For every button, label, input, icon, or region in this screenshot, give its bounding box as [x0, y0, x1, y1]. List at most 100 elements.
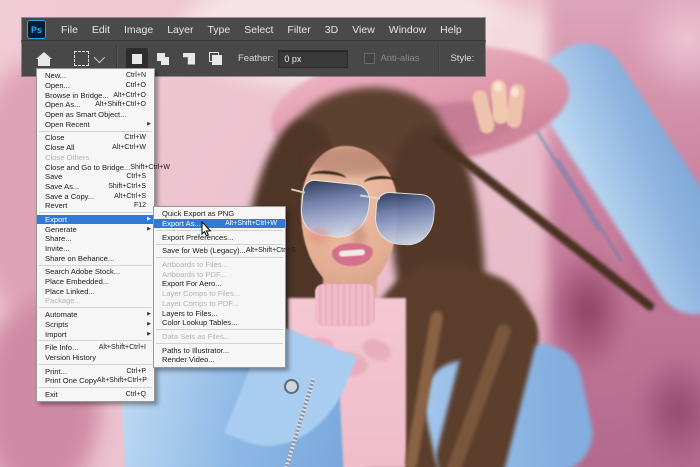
menubar-item-file[interactable]: File	[54, 19, 85, 41]
menu-item-print-one-copy[interactable]: Print One CopyAlt+Shift+Ctrl+P	[37, 376, 154, 386]
rectangular-marquee-icon[interactable]	[74, 51, 89, 66]
menubar-item-view[interactable]: View	[345, 19, 382, 41]
menu-item-open-as[interactable]: Open As...Alt+Shift+Ctrl+O	[37, 100, 154, 110]
menu-item-label: Save As...	[45, 182, 79, 191]
menu-item-share[interactable]: Share...	[37, 234, 154, 244]
menu-item-close[interactable]: CloseCtrl+W	[37, 133, 154, 143]
menu-item-label: Open as Smart Object...	[45, 110, 126, 119]
menu-separator	[39, 265, 152, 266]
menu-item-shortcut: Alt+Ctrl+O	[113, 92, 151, 99]
add-to-selection-button[interactable]	[152, 48, 174, 70]
menu-item-export-as[interactable]: Export As...Alt+Shift+Ctrl+W	[154, 219, 285, 229]
menu-item-label: Automate	[45, 310, 78, 319]
anti-alias-checkbox[interactable]	[364, 53, 375, 64]
mouse-cursor	[201, 221, 213, 238]
subtract-from-selection-button[interactable]	[178, 48, 200, 70]
menu-item-save-for-web-legacy[interactable]: Save for Web (Legacy)...Alt+Shift+Ctrl+S	[154, 246, 285, 256]
chevron-down-icon[interactable]	[94, 51, 105, 62]
menu-item-invite[interactable]: Invite...	[37, 244, 154, 254]
new-selection-button[interactable]	[126, 48, 148, 70]
menu-item-label: Save	[45, 172, 62, 181]
menu-separator	[156, 329, 283, 330]
menubar-item-edit[interactable]: Edit	[85, 19, 117, 41]
menu-item-share-on-behance[interactable]: Share on Behance...	[37, 253, 154, 263]
menu-item-label: Version History	[45, 353, 96, 362]
menu-item-render-video[interactable]: Render Video...	[154, 355, 285, 365]
menu-item-save[interactable]: Save Ctrl+S	[37, 172, 154, 182]
menu-item-label: Save a Copy...	[45, 192, 94, 201]
menubar-item-window[interactable]: Window	[382, 19, 433, 41]
submenu-arrow-icon: ▶	[147, 122, 151, 127]
menu-separator	[156, 257, 283, 258]
menu-item-label: Layers to Files...	[162, 309, 218, 318]
menu-item-label: Paths to Illustrator...	[162, 346, 229, 355]
feather-label: Feather:	[238, 53, 273, 64]
photoshop-logo[interactable]: Ps	[27, 20, 46, 39]
menu-item-paths-to-illustrator[interactable]: Paths to Illustrator...	[154, 345, 285, 355]
jacket-snap-button	[284, 379, 299, 394]
menu-item-label: Quick Export as PNG	[162, 209, 234, 218]
menu-item-new[interactable]: New...Ctrl+N	[37, 71, 154, 81]
menu-separator	[156, 244, 283, 245]
menubar-item-type[interactable]: Type	[200, 19, 237, 41]
submenu-arrow-icon: ▶	[147, 332, 151, 337]
menu-item-layers-to-files[interactable]: Layers to Files...	[154, 308, 285, 318]
menu-item-automate[interactable]: Automate▶	[37, 310, 154, 320]
menu-item-place-embedded[interactable]: Place Embedded...	[37, 277, 154, 287]
menu-item-browse-in-bridge[interactable]: Browse in Bridge... Alt+Ctrl+O	[37, 90, 154, 100]
menu-item-data-sets-as-files: Data Sets as Files...	[154, 332, 285, 342]
menu-item-version-history[interactable]: Version History	[37, 353, 154, 363]
menu-item-color-lookup-tables[interactable]: Color Lookup Tables...	[154, 318, 285, 328]
menu-separator	[39, 307, 152, 308]
menu-item-close-and-go-to-bridge[interactable]: Close and Go to Bridge...Shift+Ctrl+W	[37, 162, 154, 172]
menu-item-print[interactable]: Print...Ctrl+P	[37, 366, 154, 376]
menu-item-open[interactable]: Open...Ctrl+O	[37, 81, 154, 91]
menu-item-export[interactable]: Export▶	[37, 215, 154, 225]
home-icon[interactable]	[36, 52, 52, 66]
menu-item-shortcut: Ctrl+Q	[126, 391, 151, 398]
menu-item-shortcut: Ctrl+W	[124, 134, 151, 141]
menu-separator	[39, 131, 152, 132]
menubar-item-image[interactable]: Image	[117, 19, 160, 41]
menu-item-file-info[interactable]: File Info...Alt+Shift+Ctrl+I	[37, 343, 154, 353]
menu-item-label: Import	[45, 330, 67, 339]
menu-item-close-all[interactable]: Close AllAlt+Ctrl+W	[37, 143, 154, 153]
menu-item-label: Artboards to PDF...	[162, 270, 226, 279]
menu-item-label: Generate	[45, 225, 77, 234]
menu-item-label: Browse in Bridge...	[45, 91, 109, 100]
menu-item-label: Revert	[45, 201, 67, 210]
menu-item-label: Open As...	[45, 100, 80, 109]
menu-item-exit[interactable]: ExitCtrl+Q	[37, 390, 154, 400]
menu-item-search-adobe-stock[interactable]: Search Adobe Stock...	[37, 267, 154, 277]
menu-item-label: Place Linked...	[45, 287, 95, 296]
menu-item-scripts[interactable]: Scripts▶	[37, 320, 154, 330]
menu-item-place-linked[interactable]: Place Linked...	[37, 286, 154, 296]
file-menu-dropdown: New...Ctrl+NOpen...Ctrl+OBrowse in Bridg…	[36, 68, 155, 402]
menu-separator	[39, 364, 152, 365]
export-submenu: Quick Export as PNGExport As...Alt+Shift…	[153, 206, 286, 368]
menubar-item-layer[interactable]: Layer	[160, 19, 200, 41]
menubar-item-help[interactable]: Help	[433, 19, 469, 41]
menu-item-quick-export-as-png[interactable]: Quick Export as PNG	[154, 209, 285, 219]
menubar-item-select[interactable]: Select	[237, 19, 280, 41]
intersect-selection-button[interactable]	[204, 48, 226, 70]
menu-item-revert[interactable]: RevertF12	[37, 201, 154, 211]
menu-item-package: Package...	[37, 296, 154, 306]
menu-item-export-preferences[interactable]: Export Preferences...	[154, 232, 285, 242]
menu-item-shortcut: Ctrl+S	[126, 173, 151, 180]
menu-item-label: Save for Web (Legacy)...	[162, 246, 246, 255]
menu-item-label: Export Preferences...	[162, 233, 233, 242]
menu-item-save-as[interactable]: Save As...Shift+Ctrl+S	[37, 182, 154, 192]
feather-input[interactable]	[278, 50, 348, 68]
menu-item-open-as-smart-object[interactable]: Open as Smart Object...	[37, 110, 154, 120]
menu-item-import[interactable]: Import ▶	[37, 329, 154, 339]
menu-item-generate[interactable]: Generate▶	[37, 224, 154, 234]
menu-item-label: Export As...	[162, 219, 201, 228]
menu-item-open-recent[interactable]: Open Recent ▶	[37, 119, 154, 129]
menu-item-save-a-copy[interactable]: Save a Copy...Alt+Ctrl+S	[37, 191, 154, 201]
menu-item-export-for-aero[interactable]: Export For Aero...	[154, 279, 285, 289]
menu-item-label: New...	[45, 71, 66, 80]
menubar-item-filter[interactable]: Filter	[280, 19, 317, 41]
menu-item-label: Open Recent	[45, 120, 90, 129]
menubar-item-3d[interactable]: 3D	[318, 19, 345, 41]
